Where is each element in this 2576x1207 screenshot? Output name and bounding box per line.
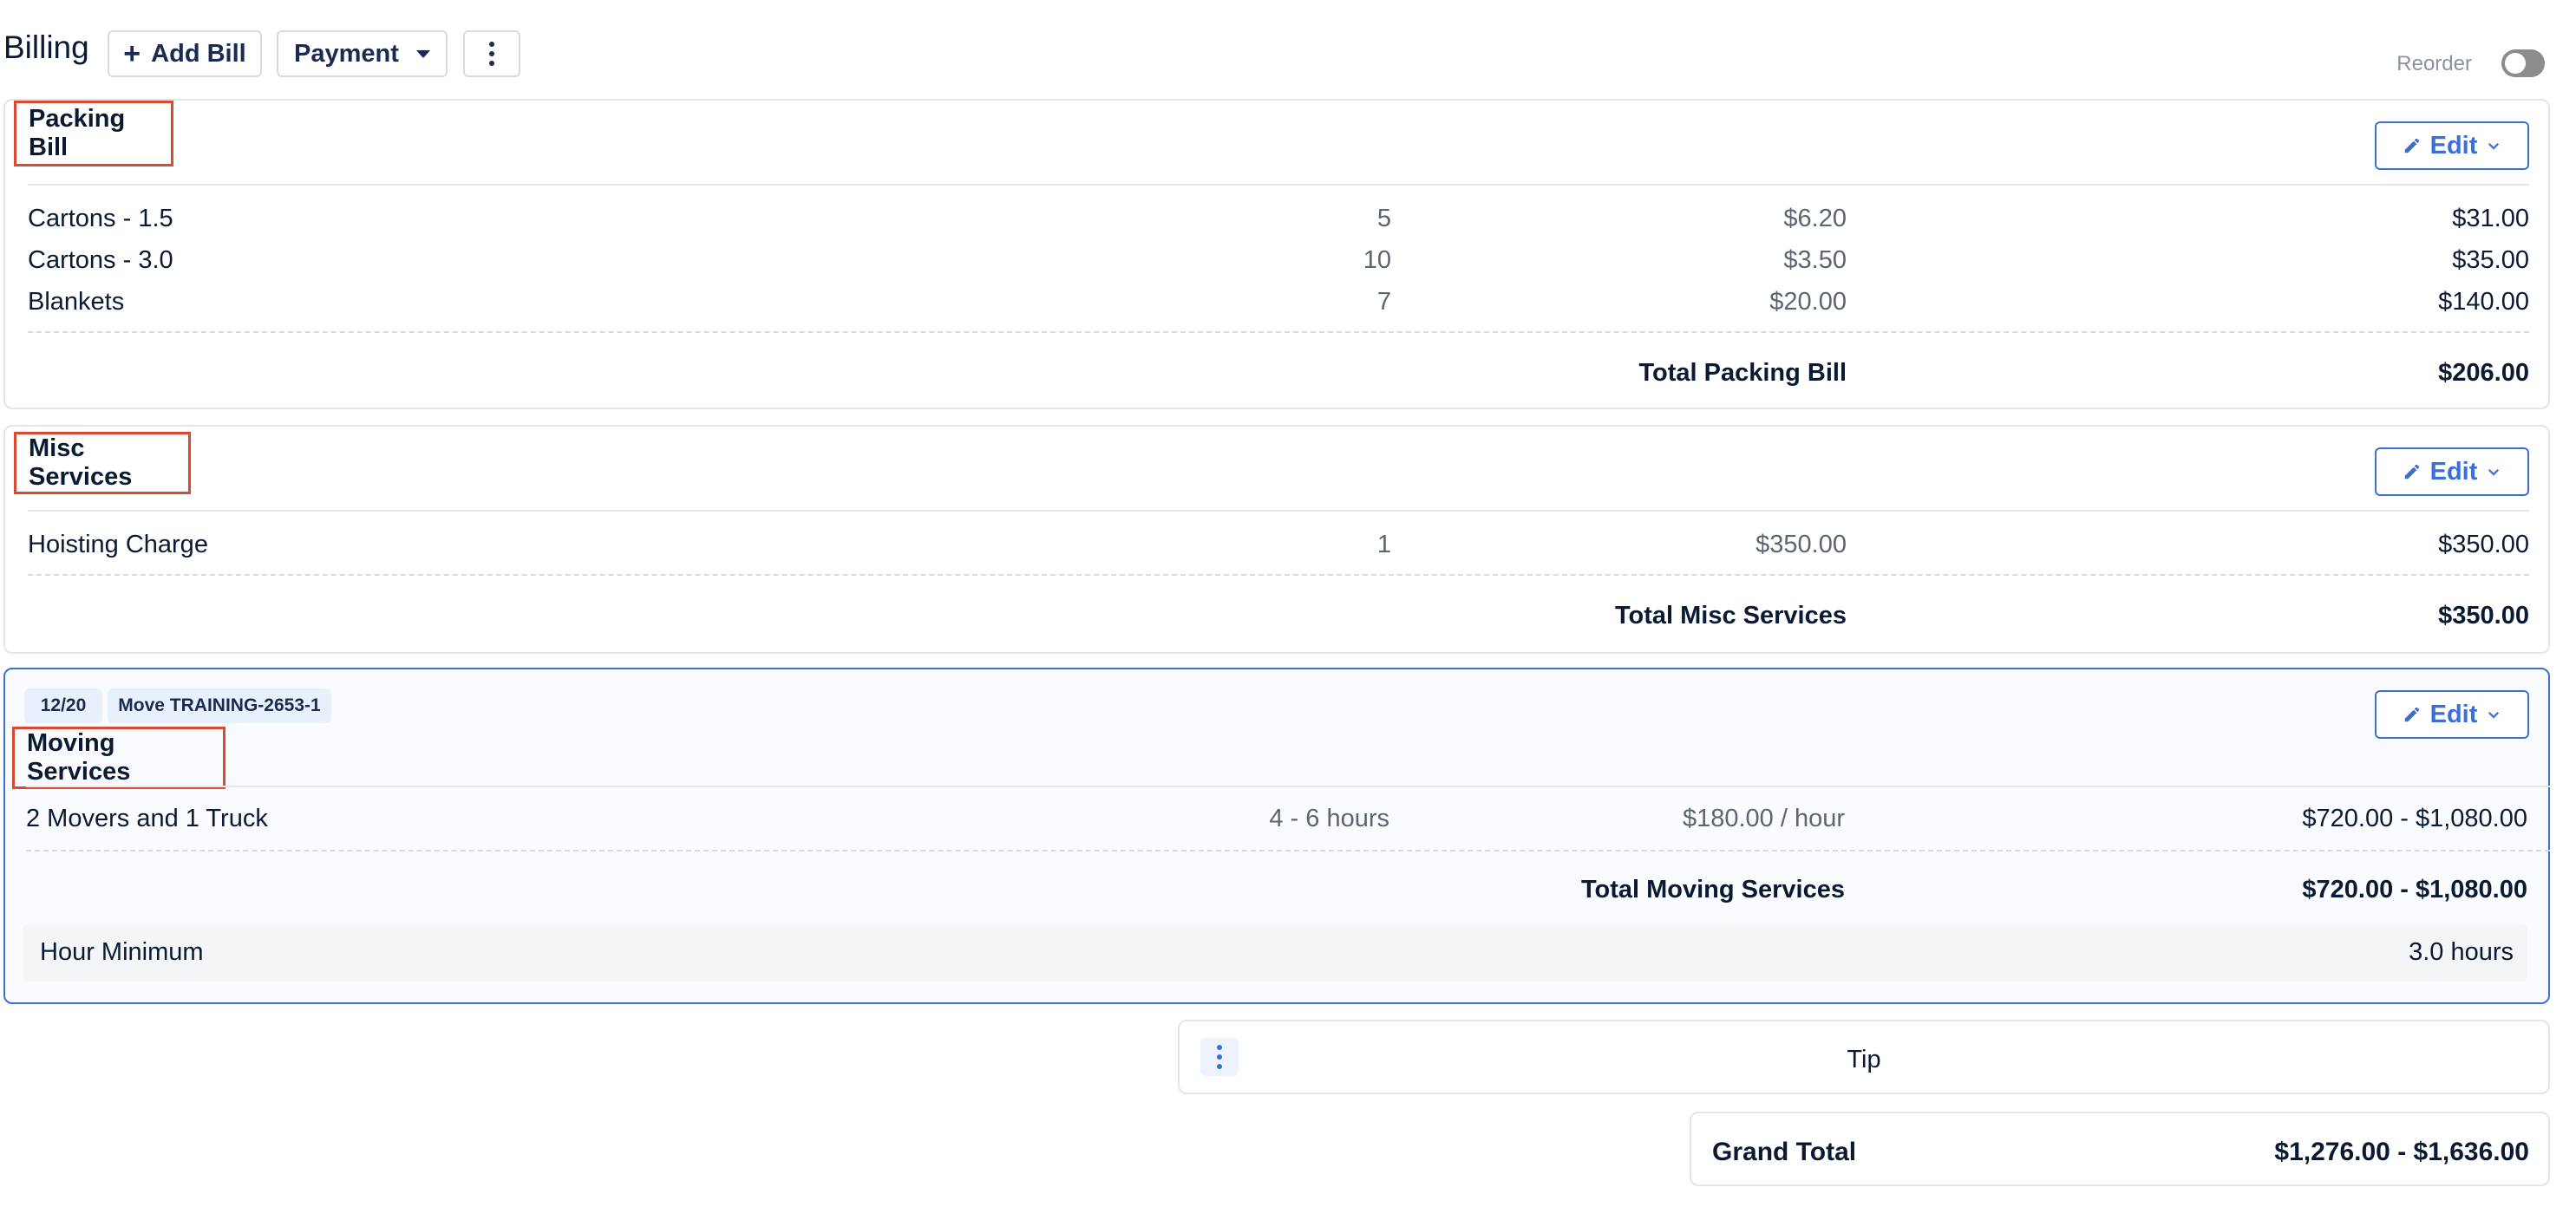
tip-card: Tip	[1178, 1020, 2550, 1094]
bill-total-label: Total Packing Bill	[1638, 359, 1847, 387]
grand-total-label: Grand Total	[1712, 1138, 1857, 1166]
bill-total-value: $720.00 - $1,080.00	[2302, 876, 2527, 904]
item-rate: $180.00 / hour	[1682, 805, 1845, 832]
item-name: 2 Movers and 1 Truck	[26, 805, 268, 832]
item-qty: 4 - 6 hours	[1269, 805, 1389, 832]
edit-label: Edit	[2429, 700, 2478, 728]
edit-button[interactable]: Edit	[2375, 121, 2529, 170]
item-total: $720.00 - $1,080.00	[2302, 805, 2527, 832]
grand-total-card: Grand Total $1,276.00 - $1,636.00	[1690, 1112, 2550, 1186]
item-rate: $6.20	[1783, 205, 1847, 232]
bill-card-misc: Misc Services Edit Hoisting Charge 1 $35…	[3, 425, 2550, 654]
item-rate: $20.00	[1769, 288, 1847, 316]
dashed-divider	[28, 331, 2529, 333]
hour-minimum-label: Hour Minimum	[40, 938, 204, 966]
dashed-divider	[28, 574, 2529, 576]
edit-button[interactable]: Edit	[2375, 447, 2529, 496]
divider	[26, 786, 2550, 787]
item-qty: 7	[1376, 288, 1391, 316]
hour-minimum-value: 3.0 hours	[2409, 938, 2514, 966]
chevron-down-icon	[2486, 707, 2501, 722]
bill-card-packing: Packing Bill Edit Cartons - 1.5 5 $6.20 …	[3, 99, 2550, 409]
item-name: Hoisting Charge	[28, 531, 208, 558]
bill-total-value: $350.00	[2438, 602, 2529, 630]
divider	[28, 184, 2529, 186]
bill-title: Packing Bill	[14, 101, 173, 166]
more-options-button[interactable]	[463, 30, 520, 77]
item-name: Cartons - 3.0	[28, 246, 173, 274]
bill-title: Misc Services	[14, 432, 191, 494]
item-total: $350.00	[2438, 531, 2529, 558]
reorder-label: Reorder	[2396, 52, 2472, 75]
bill-title: Moving Services	[12, 727, 226, 789]
chevron-down-icon	[2486, 464, 2501, 480]
bill-total-label: Total Moving Services	[1580, 876, 1845, 904]
date-badge: 12/20	[24, 688, 102, 723]
item-name: Blankets	[28, 288, 125, 316]
page-title: Billing	[3, 29, 89, 65]
item-rate: $350.00	[1755, 531, 1847, 558]
grand-total-value: $1,276.00 - $1,636.00	[2274, 1138, 2529, 1166]
item-qty: 5	[1376, 205, 1391, 232]
dashed-divider	[26, 850, 2550, 851]
reorder-toggle[interactable]	[2501, 49, 2545, 77]
payment-label: Payment	[294, 39, 399, 68]
pencil-icon	[2403, 136, 2422, 155]
edit-label: Edit	[2429, 457, 2478, 486]
bill-total-label: Total Misc Services	[1614, 602, 1847, 630]
bill-total-value: $206.00	[2438, 359, 2529, 387]
caret-down-icon	[415, 49, 430, 58]
tip-label: Tip	[1847, 1046, 1881, 1073]
move-badge: Move TRAINING-2653-1	[108, 688, 331, 723]
edit-button[interactable]: Edit	[2375, 690, 2529, 739]
add-bill-button[interactable]: + Add Bill	[108, 30, 262, 77]
plus-icon: +	[123, 36, 141, 70]
item-total: $31.00	[2452, 205, 2529, 232]
chevron-down-icon	[2486, 138, 2501, 153]
item-name: Cartons - 1.5	[28, 205, 173, 232]
divider	[28, 510, 2529, 512]
add-bill-label: Add Bill	[151, 39, 246, 68]
item-rate: $3.50	[1783, 246, 1847, 274]
item-qty: 1	[1376, 531, 1391, 558]
item-total: $35.00	[2452, 246, 2529, 274]
item-qty: 10	[1363, 246, 1391, 274]
pencil-icon	[2403, 462, 2422, 481]
payment-dropdown-button[interactable]: Payment	[277, 30, 448, 77]
pencil-icon	[2403, 705, 2422, 724]
edit-label: Edit	[2429, 131, 2478, 160]
toggle-knob	[2505, 53, 2526, 74]
item-total: $140.00	[2438, 288, 2529, 316]
hour-minimum-row: Hour Minimum 3.0 hours	[23, 924, 2527, 982]
